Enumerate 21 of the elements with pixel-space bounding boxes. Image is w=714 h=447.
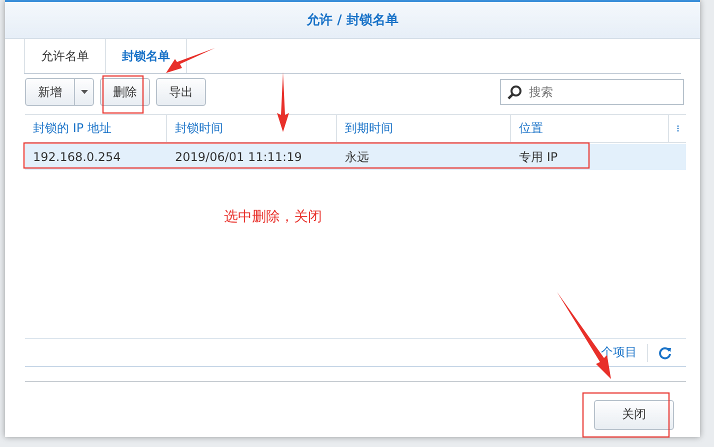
annotation-note: 选中删除，关闭 — [224, 208, 322, 226]
toolbar-button[interactable]: 删除 — [100, 78, 150, 106]
caret-icon — [80, 90, 88, 94]
item-count: 个项目 — [601, 344, 637, 361]
tab[interactable]: 允许名单 — [24, 39, 105, 73]
table-cell-text: 专用 IP — [518, 148, 559, 166]
highlight-frame — [102, 75, 144, 114]
dialog-title: 允许 / 封锁名单 — [306, 12, 398, 29]
toolbar-button[interactable]: 导出 — [156, 78, 206, 106]
table-cell-text: 永远 — [344, 148, 370, 166]
column-header[interactable]: 封锁的 IP 地址 — [25, 115, 167, 142]
column-header[interactable]: 位置 — [511, 115, 669, 142]
table-row[interactable]: 192.168.0.254 2019/06/01 11:11:19 永远 专用 IP — [25, 144, 686, 170]
add-button[interactable]: 新增 — [26, 79, 75, 105]
add-split-button[interactable]: 新增 — [25, 78, 94, 106]
column-header[interactable]: 到期时间 — [337, 115, 511, 142]
table-cell-text: 2019/06/01 11:11:19 — [174, 149, 303, 166]
table-cell-text: 192.168.0.254 — [32, 149, 122, 166]
refresh-icon[interactable] — [658, 346, 672, 360]
search-field[interactable]: 搜索 — [500, 79, 684, 105]
close-button[interactable]: 关闭 — [594, 400, 674, 430]
